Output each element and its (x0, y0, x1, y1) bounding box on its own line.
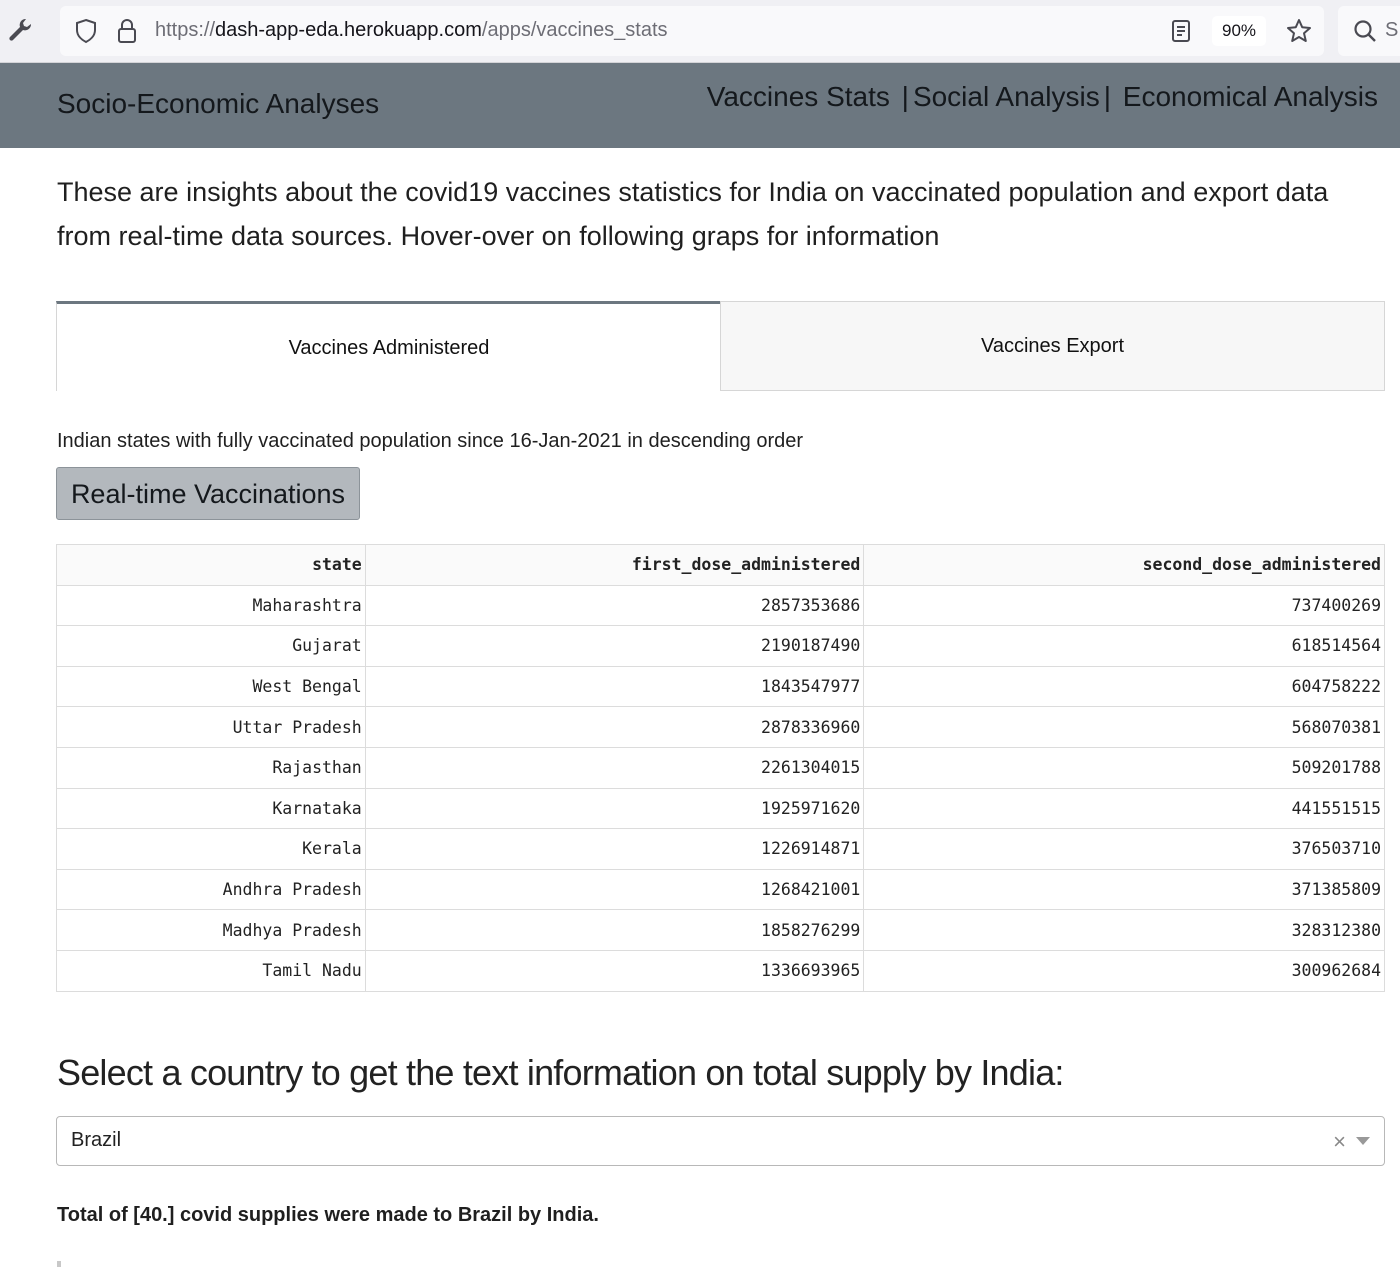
tab-vaccines-export[interactable]: Vaccines Export (720, 301, 1385, 391)
cell-first-dose[interactable]: 1268421001 (364, 868, 865, 911)
cell-first-dose[interactable]: 1925971620 (364, 787, 865, 830)
real-time-vaccinations-button[interactable]: Real-time Vaccinations (56, 467, 360, 520)
cell-state[interactable]: Andhra Pradesh (56, 868, 366, 911)
column-header-second-dose[interactable]: second_dose_administered (863, 544, 1385, 586)
address-bar[interactable]: https://dash-app-eda.herokuapp.com/apps/… (60, 6, 1324, 56)
cell-first-dose[interactable]: 2261304015 (364, 746, 865, 789)
cell-first-dose[interactable]: 2878336960 (364, 706, 865, 748)
cell-state[interactable]: Madhya Pradesh (56, 909, 366, 951)
cell-second-dose[interactable]: 618514564 (863, 625, 1385, 667)
cell-state[interactable]: Maharashtra (56, 584, 366, 627)
table-row: Madhya Pradesh 1858276299 328312380 (56, 909, 1385, 951)
cell-state[interactable]: Karnataka (56, 787, 366, 830)
table-row: West Bengal 1843547977 604758222 (56, 665, 1385, 708)
shield-icon[interactable] (74, 18, 98, 44)
reader-view-icon[interactable] (1170, 18, 1192, 44)
cell-state[interactable]: Kerala (56, 828, 366, 870)
table-row: Karnataka 1925971620 441551515 (56, 787, 1385, 830)
table-row: Uttar Pradesh 2878336960 568070381 (56, 706, 1385, 748)
cell-second-dose[interactable]: 376503710 (863, 828, 1385, 870)
nav-links: Vaccines Stats | Social Analysis | Economi… (707, 81, 1378, 113)
cell-second-dose[interactable]: 328312380 (863, 909, 1385, 951)
url-scheme: https:// (155, 19, 216, 41)
table-row: Tamil Nadu 1336693965 300962684 (56, 949, 1385, 992)
column-header-state[interactable]: state (56, 544, 366, 586)
supply-result-text: Total of [40.] covid supplies were made … (57, 1204, 599, 1226)
intro-paragraph: These are insights about the covid19 vac… (57, 177, 1329, 251)
tab-vaccines-administered[interactable]: Vaccines Administered (56, 301, 721, 391)
cell-second-dose[interactable]: 300962684 (863, 949, 1385, 992)
table-row: Maharashtra 2857353686 737400269 (56, 584, 1385, 627)
cell-first-dose[interactable]: 1226914871 (364, 828, 865, 870)
cell-state[interactable]: West Bengal (56, 665, 366, 708)
chevron-down-icon[interactable] (1356, 1137, 1370, 1145)
url-path: /apps/vaccines_stats (481, 19, 668, 41)
url-host: dash-app-eda.herokuapp.com (215, 19, 482, 41)
cell-second-dose[interactable]: 737400269 (863, 584, 1385, 627)
graph-placeholder (57, 1261, 61, 1267)
brand-title[interactable]: Socio-Economic Analyses (57, 88, 379, 120)
cell-first-dose[interactable]: 2857353686 (364, 584, 865, 627)
nav-link-vaccines-stats[interactable]: Vaccines Stats (707, 81, 890, 112)
search-icon (1354, 20, 1376, 42)
lock-icon[interactable] (116, 18, 138, 44)
nav-separator: | (1103, 81, 1111, 112)
cell-second-dose[interactable]: 509201788 (863, 746, 1385, 789)
browser-toolbar: https://dash-app-eda.herokuapp.com/apps/… (0, 0, 1400, 63)
country-select-heading: Select a country to get the text informa… (57, 1052, 1064, 1093)
cell-second-dose[interactable]: 568070381 (863, 706, 1385, 748)
country-dropdown[interactable]: Brazil × (56, 1116, 1385, 1166)
cell-state[interactable]: Tamil Nadu (56, 949, 366, 992)
nav-link-economical-analysis[interactable]: Economical Analysis (1123, 81, 1378, 112)
app-navbar: Socio-Economic Analyses Vaccines Stats |… (0, 63, 1400, 148)
cell-state[interactable]: Gujarat (56, 625, 366, 667)
wrench-icon[interactable] (6, 16, 34, 44)
table-header-row: state first_dose_administered second_dos… (56, 544, 1385, 586)
cell-second-dose[interactable]: 604758222 (863, 665, 1385, 708)
cell-first-dose[interactable]: 1843547977 (364, 665, 865, 708)
zoom-level-badge[interactable]: 90% (1212, 16, 1266, 46)
table-row: Kerala 1226914871 376503710 (56, 828, 1385, 870)
cell-second-dose[interactable]: 371385809 (863, 868, 1385, 911)
nav-link-social-analysis[interactable]: Social Analysis (913, 81, 1100, 112)
url-text[interactable]: https://dash-app-eda.herokuapp.com/apps/… (155, 19, 668, 42)
search-placeholder: S (1385, 19, 1399, 41)
browser-search-box[interactable]: S (1338, 6, 1400, 56)
dropdown-selected-value: Brazil (71, 1129, 122, 1151)
cell-first-dose[interactable]: 1858276299 (364, 909, 865, 951)
vaccination-table: state first_dose_administered second_dos… (56, 544, 1385, 992)
cell-first-dose[interactable]: 2190187490 (364, 625, 865, 667)
table-row: Rajasthan 2261304015 509201788 (56, 746, 1385, 789)
table-row: Gujarat 2190187490 618514564 (56, 625, 1385, 667)
cell-second-dose[interactable]: 441551515 (863, 787, 1385, 830)
table-description: Indian states with fully vaccinated popu… (57, 430, 804, 452)
nav-separator: | (901, 81, 909, 112)
column-header-first-dose[interactable]: first_dose_administered (364, 544, 865, 586)
table-row: Andhra Pradesh 1268421001 371385809 (56, 868, 1385, 911)
clear-icon[interactable]: × (1333, 1131, 1346, 1153)
cell-first-dose[interactable]: 1336693965 (364, 949, 865, 992)
cell-state[interactable]: Rajasthan (56, 746, 366, 789)
cell-state[interactable]: Uttar Pradesh (56, 706, 366, 748)
bookmark-star-icon[interactable] (1285, 17, 1313, 45)
